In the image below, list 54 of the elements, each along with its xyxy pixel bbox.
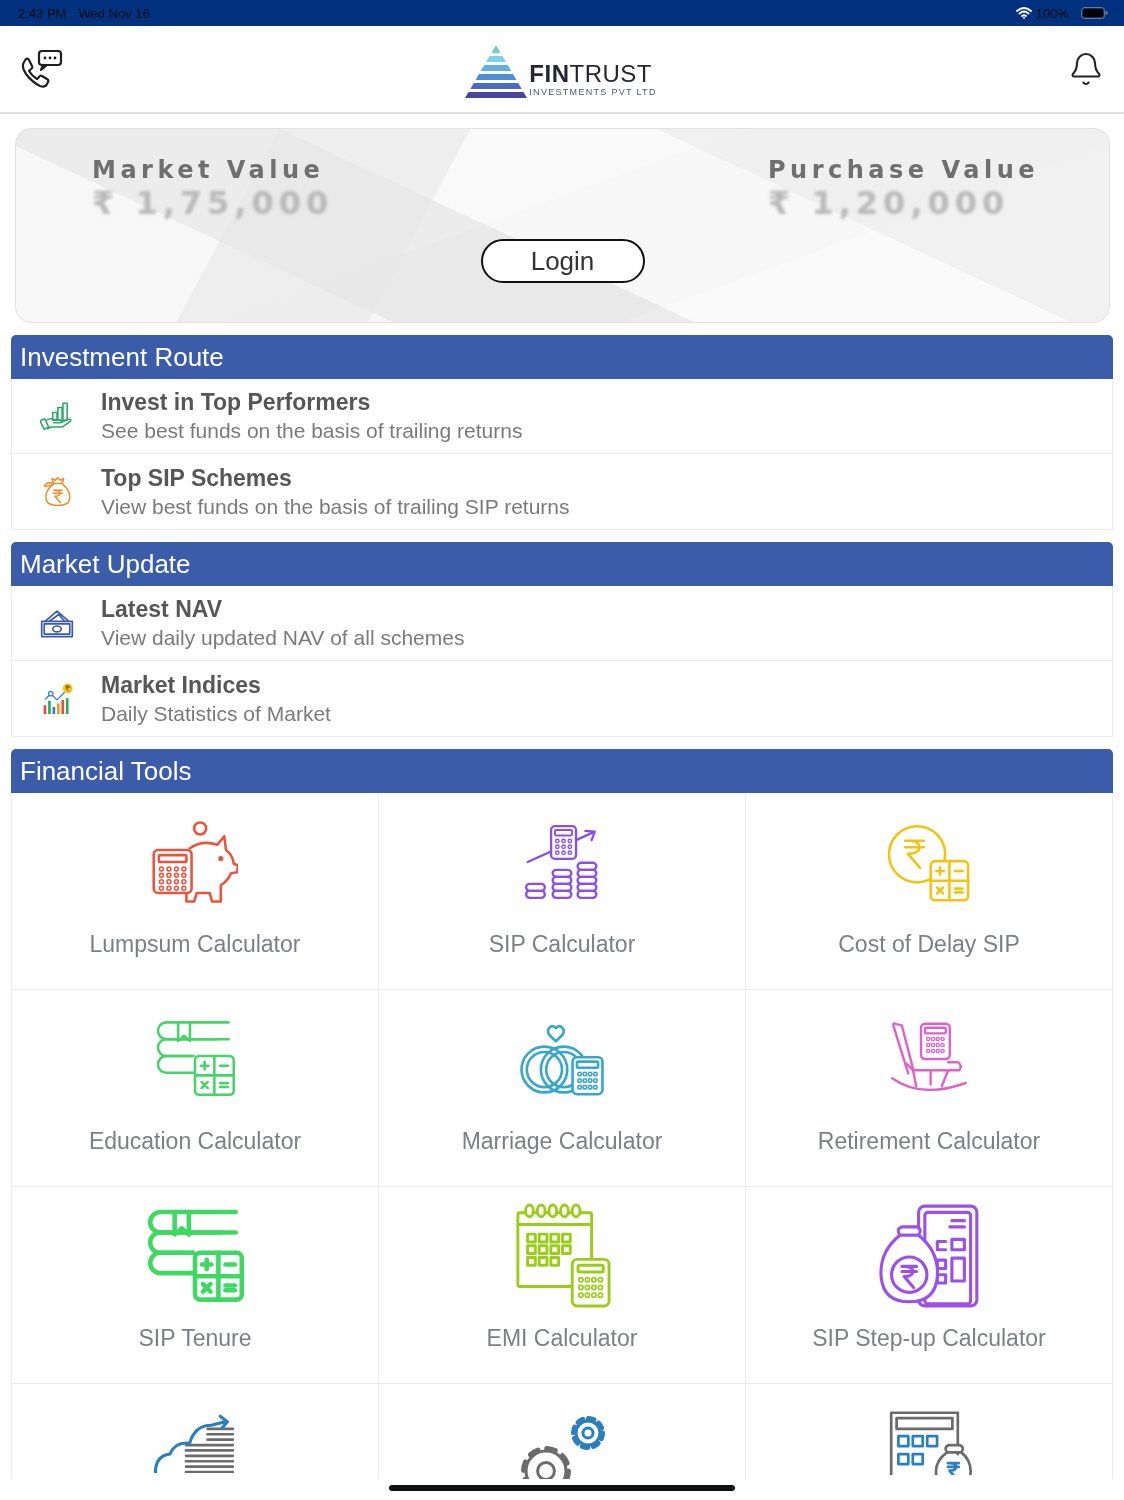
- value-amount: ₹ 1,75,000: [92, 185, 334, 221]
- menu-list-item[interactable]: Top SIP Schemes View best funds on the basis of trailing SIP returns: [12, 454, 1112, 529]
- status-date: Wed Nov 16: [78, 5, 150, 21]
- login-button[interactable]: Login: [480, 239, 645, 283]
- tool-tile[interactable]: Marriage Calculator: [379, 990, 746, 1187]
- section-title-bar: Financial Tools: [11, 749, 1113, 793]
- item-subtitle: View daily updated NAV of all schemes: [101, 626, 465, 650]
- value-label: Market Value: [92, 155, 326, 185]
- pyramid-logo-icon: [465, 45, 528, 99]
- menu-list-item[interactable]: Market Indices Daily Statistics of Market: [12, 661, 1112, 736]
- tool-label: SIP Step-up Calculator: [812, 1324, 1046, 1352]
- value-amount: ₹ 1,20,000: [768, 185, 1011, 221]
- item-title: Top SIP Schemes: [101, 464, 293, 492]
- logo-tagline: INVESTMENTS PVT LTD: [529, 87, 657, 98]
- item-subtitle: View best funds on the basis of trailing SIP returns: [101, 494, 570, 519]
- bar-chart-coin-icon: [41, 681, 73, 716]
- tool-tile[interactable]: Retirement Calculator: [746, 990, 1113, 1187]
- item-title: Market Indices: [101, 671, 262, 699]
- calendar-calculator-icon: [513, 1203, 611, 1308]
- tool-label: Cost of Delay SIP: [838, 930, 1020, 958]
- tool-label: EMI Calculator: [486, 1324, 638, 1352]
- hand-bar-chart-icon: [40, 401, 74, 431]
- tool-tile[interactable]: EMI Calculator: [379, 1187, 746, 1384]
- menu-list-item[interactable]: Latest NAV View daily updated NAV of all schemes: [12, 586, 1112, 661]
- battery-icon: [1081, 7, 1108, 19]
- item-title: Latest NAV: [101, 596, 223, 623]
- section-title-bar: Investment Route: [11, 335, 1113, 379]
- money-bag-calculator-icon: [877, 1203, 981, 1308]
- tool-label: SIP Tenure: [138, 1324, 252, 1352]
- tool-tile[interactable]: SIP Calculator: [379, 793, 746, 990]
- tool-tile[interactable]: SIP Step-up Calculator: [746, 1187, 1113, 1384]
- tool-label: Lumpsum Calculator: [89, 930, 301, 958]
- item-subtitle: See best funds on the basis of trailing returns: [101, 419, 523, 443]
- item-title: Invest in Top Performers: [101, 389, 372, 416]
- value-label: Purchase Value: [768, 155, 1039, 185]
- money-bag-icon: [41, 474, 73, 509]
- battery-percent: 100%: [1035, 5, 1069, 21]
- tool-label: SIP Calculator: [488, 930, 636, 958]
- menu-list-item[interactable]: Invest in Top Performers See best funds on the basis of trailing returns: [12, 379, 1112, 454]
- tool-label: Education Calculator: [88, 1127, 302, 1155]
- tool-tile[interactable]: Education Calculator: [12, 990, 379, 1187]
- wifi-icon: [1015, 7, 1032, 19]
- item-subtitle: Daily Statistics of Market: [101, 701, 331, 726]
- tool-label: Retirement Calculator: [817, 1127, 1041, 1155]
- section-title-bar: Market Update: [11, 542, 1113, 586]
- tool-tile[interactable]: Lumpsum Calculator: [12, 793, 379, 990]
- tool-tile[interactable]: Cost of Delay SIP: [746, 793, 1113, 990]
- status-time: 2:43 PM: [18, 5, 67, 21]
- logo-wordmark: FINTRUST: [529, 61, 653, 87]
- banknote-icon: [40, 607, 74, 639]
- tool-tile[interactable]: SIP Tenure: [12, 1187, 379, 1384]
- tool-label: Marriage Calculator: [461, 1127, 663, 1155]
- bell-icon[interactable]: [1068, 51, 1104, 87]
- piggy-bank-calculator-icon: [152, 818, 238, 905]
